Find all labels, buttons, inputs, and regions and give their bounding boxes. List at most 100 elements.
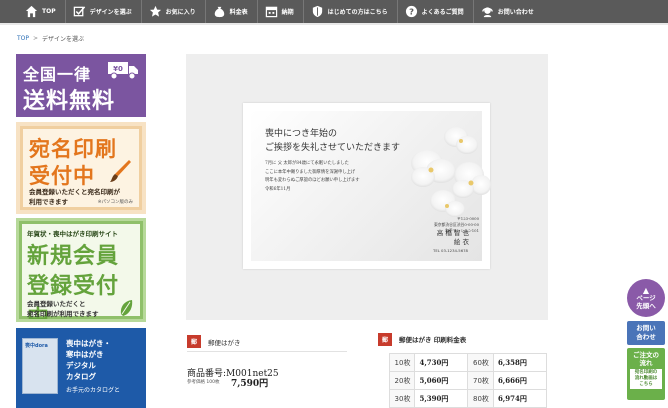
nav-label-top: TOP xyxy=(42,8,56,15)
shield-icon xyxy=(311,5,324,18)
checkbox-pen-icon xyxy=(73,5,86,18)
nav-first-time[interactable]: はじめての方はこちら xyxy=(304,0,398,23)
order-flow-sub3: こちら xyxy=(639,382,653,387)
catalog-text: 喪中はがき・ 寒中はがき デジタル カタログ xyxy=(66,338,111,382)
price-table-header: 郵 郵便はがき 印刷料金表 xyxy=(378,331,546,347)
svg-text:?: ? xyxy=(409,7,414,17)
nav-label-price: 料金表 xyxy=(229,9,248,16)
address-print-line1: 宛名印刷 xyxy=(29,137,117,161)
order-flow-line2: 流れ xyxy=(639,359,653,367)
catalog-footer: お手元のカタログと xyxy=(66,387,121,394)
catalog-line2: 寒中はがき xyxy=(66,350,104,359)
brush-icon xyxy=(110,160,131,182)
chevron-up-icon: ▲ xyxy=(642,285,650,295)
new-member-note: 会員登録いただくと 宛名印刷が利用できます xyxy=(27,299,99,319)
page-top-line2: 先頭へ xyxy=(636,301,656,310)
card-title-line1: 喪中につき年始の xyxy=(265,129,338,139)
new-member-note2: 宛名印刷が利用できます xyxy=(27,310,99,318)
nav-favorites[interactable]: お気に入り xyxy=(142,0,206,23)
card-names: 高 橋 智 也 絵 衣 xyxy=(421,229,469,247)
order-flow-line1: ご注文の xyxy=(633,351,659,359)
leaf-pen-icon xyxy=(120,300,133,316)
card-title-line2: ご挨拶を失礼させていただきます xyxy=(265,143,401,153)
breadcrumb-separator: > xyxy=(33,35,39,42)
free-shipping-line1: 全国一律 xyxy=(23,65,92,84)
new-member-note1: 会員登録いただくと xyxy=(27,300,86,308)
card-body-line: 明年も変わらぬご厚誼のほどお願い申し上げます xyxy=(265,178,360,183)
nav-underline xyxy=(0,23,668,25)
nav-label-first-time: はじめての方はこちら xyxy=(327,9,388,16)
truck-icon: ¥0 xyxy=(108,62,138,80)
address-print-banner[interactable]: 宛名印刷 受付中 会員登録いただくと宛名印刷が 利用できます ※パソコン版のみ xyxy=(16,122,146,214)
postcard-tag: 郵 xyxy=(187,335,201,348)
address-print-inner: 宛名印刷 受付中 会員登録いただくと宛名印刷が 利用できます ※パソコン版のみ xyxy=(23,129,139,207)
catalog-line3: デジタル xyxy=(66,361,96,370)
free-shipping-line2: 送料無料 xyxy=(23,89,116,114)
contact-button[interactable]: お問い 合わせ xyxy=(627,321,665,345)
breadcrumb: TOP > デザインを選ぶ xyxy=(17,34,84,43)
contact-line2: 合わせ xyxy=(636,333,656,341)
price-table-title: 郵便はがき 印刷料金表 xyxy=(399,336,467,344)
quantity-cell: 10枚 xyxy=(388,353,416,372)
catalog-cover-title: 喪中dora xyxy=(25,343,48,349)
nav-label-delivery: 納期 xyxy=(281,9,294,16)
table-row: 10枚 4,730円 60枚 6,358円 xyxy=(388,353,548,372)
breadcrumb-home-link[interactable]: TOP xyxy=(17,35,29,42)
digital-catalog-banner[interactable]: 喪中dora 喪中はがき・ 寒中はがき デジタル カタログ お手元のカタログと xyxy=(16,328,146,408)
price-cell: 4,730円 xyxy=(414,353,469,372)
price-cell: 6,358円 xyxy=(492,353,548,372)
nav-top[interactable]: TOP xyxy=(18,0,66,23)
quantity-cell: 80枚 xyxy=(467,389,494,408)
contact-line1: お問い xyxy=(636,324,656,332)
quantity-cell: 20枚 xyxy=(388,371,416,390)
card-body-line: 7月に 父 太郎が84歳にて永眠いたしました xyxy=(265,161,349,166)
product-number-label: 商品番号: xyxy=(187,369,227,379)
product-price: 7,590円 xyxy=(231,379,269,389)
free-shipping-banner[interactable]: 全国一律 送料無料 ¥0 xyxy=(16,54,146,117)
card-body-line: 令和6年11月 xyxy=(265,186,291,192)
new-member-line1: 新規会員 xyxy=(27,244,120,269)
nav-price[interactable]: 料金表 xyxy=(206,0,258,23)
money-bag-icon xyxy=(213,5,226,18)
card-name: 高 橋 智 也 xyxy=(436,229,469,237)
price-cell: 6,974円 xyxy=(492,389,548,408)
card-body-line: ここに本年中賜りました御厚情を深謝申し上げ xyxy=(265,169,356,175)
table-row: 30枚 5,390円 80枚 6,974円 xyxy=(388,389,548,408)
star-icon xyxy=(149,5,162,18)
nav-label-faq: よくあるご質問 xyxy=(421,9,464,16)
price-cell: 6,666円 xyxy=(492,371,548,390)
order-flow-video-link[interactable]: 宛名印刷の 流れ動画は こちら xyxy=(630,369,662,389)
order-flow-button[interactable]: ご注文の 流れ 宛名印刷の 流れ動画は こちら xyxy=(627,348,665,400)
nav-label-design: デザインを選ぶ xyxy=(89,9,132,16)
home-icon xyxy=(25,5,38,18)
headset-icon xyxy=(481,5,494,18)
quantity-cell: 70枚 xyxy=(467,371,494,390)
catalog-line1: 喪中はがき・ xyxy=(66,339,111,348)
catalog-line4: カタログ xyxy=(66,372,96,381)
card-name: 絵 衣 xyxy=(453,238,469,246)
nav-design[interactable]: デザインを選ぶ xyxy=(66,0,142,23)
address-print-small: ※パソコン版のみ xyxy=(97,200,133,205)
nav-label-contact: お問い合わせ xyxy=(497,9,534,16)
address-print-note1: 会員登録いただくと宛名印刷が xyxy=(29,188,120,196)
calendar-icon xyxy=(265,5,278,18)
top-nav: TOP デザインを選ぶ お気に入り 料金表 納期 はじめての方はこちら ? よく… xyxy=(0,0,668,23)
new-member-banner[interactable]: 年賀状・喪中はがき印刷サイト 新規会員 登録受付中 会員登録いただくと 宛名印刷… xyxy=(16,218,146,322)
nav-delivery[interactable]: 納期 xyxy=(258,0,304,23)
card-body-text: 7月に 父 太郎が84歳にて永眠いたしました ここに本年中賜りました御厚情を深謝… xyxy=(265,160,360,194)
catalog-cover-image: 喪中dora xyxy=(22,338,58,394)
card-tel: TEL 03-1234-5678 xyxy=(433,248,468,253)
question-icon: ? xyxy=(405,5,418,18)
nav-faq[interactable]: ? よくあるご質問 xyxy=(398,0,474,23)
truck-price-label: ¥0 xyxy=(113,65,123,73)
postcard-preview[interactable]: 喪中につき年始の ご挨拶を失礼させていただきます 7月に 父 太郎が84歳にて永… xyxy=(243,103,491,269)
quantity-cell: 60枚 xyxy=(467,353,494,372)
breadcrumb-current: デザインを選ぶ xyxy=(42,36,85,43)
page-top-button[interactable]: ▲ ページ 先頭へ xyxy=(627,279,665,317)
product-price-label: 参考価格 100枚 xyxy=(187,380,220,385)
page-top-line1: ページ xyxy=(636,293,656,302)
nav-label-favorites: お気に入り xyxy=(165,9,196,16)
new-member-inner: 年賀状・喪中はがき印刷サイト 新規会員 登録受付中 会員登録いただくと 宛名印刷… xyxy=(22,224,140,319)
nav-contact[interactable]: お問い合わせ xyxy=(474,0,543,23)
product-category: 郵便はがき xyxy=(208,338,241,347)
